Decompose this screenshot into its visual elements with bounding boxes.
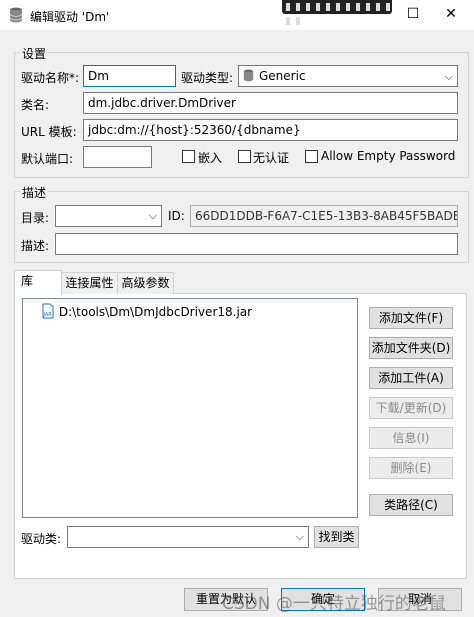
close-button[interactable]: ✕ — [440, 4, 462, 24]
add-artifact-button[interactable]: 添加工件(A) — [369, 367, 453, 389]
tab-advanced-parameters[interactable]: 高级参数 — [117, 272, 174, 294]
database-icon — [243, 69, 254, 82]
chevron-down-icon: ⌵ — [148, 209, 157, 222]
no-auth-checkbox[interactable] — [238, 150, 251, 163]
class-name-input[interactable]: dm.jdbc.driver.DmDriver — [83, 92, 458, 114]
info-button[interactable]: 信息(I) — [369, 427, 453, 449]
driver-type-select[interactable]: Generic ⌵ — [238, 65, 458, 87]
embedded-label: 嵌入 — [198, 151, 223, 165]
description-label: 描述: — [21, 239, 50, 253]
list-item[interactable]: JAR D:\tools\Dm\DmJdbcDriver18.jar — [41, 303, 252, 319]
category-select[interactable]: ⌵ — [55, 205, 162, 227]
find-class-button[interactable]: 找到类 — [314, 526, 359, 548]
chevron-down-icon: ⌵ — [444, 70, 453, 83]
window-title: 编辑驱动 'Dm' — [30, 10, 110, 24]
svg-text:JAR: JAR — [43, 312, 53, 318]
library-list[interactable]: JAR D:\tools\Dm\DmJdbcDriver18.jar — [22, 298, 358, 518]
default-port-label: 默认端口: — [21, 152, 74, 166]
driver-type-value: Generic — [259, 69, 306, 83]
url-template-input[interactable]: jdbc:dm://{host}:52360/{dbname} — [83, 119, 458, 141]
id-label: ID: — [168, 209, 185, 223]
chevron-down-icon: ⌵ — [295, 530, 304, 543]
class-name-label: 类名: — [21, 98, 50, 112]
default-port-input[interactable] — [83, 146, 152, 168]
tab-libraries[interactable]: 库 — [14, 270, 62, 294]
description-input[interactable] — [55, 233, 458, 255]
delete-button[interactable]: 删除(E) — [369, 457, 453, 479]
add-folder-button[interactable]: 添加文件夹(D) — [369, 337, 453, 359]
toolbar-strip — [282, 0, 392, 25]
download-update-button[interactable]: 下载/更新(D) — [369, 397, 453, 419]
url-template-label: URL 模板: — [21, 125, 77, 139]
library-path: D:\tools\Dm\DmJdbcDriver18.jar — [58, 305, 253, 319]
driver-type-label: 驱动类型: — [181, 71, 234, 85]
database-icon — [9, 7, 23, 23]
category-label: 目录: — [21, 211, 50, 225]
class-path-button[interactable]: 类路径(C) — [369, 494, 453, 516]
maximize-button[interactable]: ☐ — [402, 4, 424, 24]
tab-connection-properties[interactable]: 连接属性 — [61, 272, 118, 294]
title-bar: 编辑驱动 'Dm' ☐ ✕ — [0, 0, 474, 30]
driver-name-input[interactable]: Dm — [83, 65, 176, 87]
allow-empty-password-label: Allow Empty Password — [321, 149, 456, 163]
driver-class-label: 驱动类: — [21, 532, 62, 546]
settings-group-label: 设置 — [20, 45, 49, 62]
allow-empty-password-checkbox[interactable] — [305, 150, 318, 163]
driver-class-select[interactable]: ⌵ — [67, 526, 309, 548]
jar-file-icon: JAR — [42, 303, 54, 319]
add-file-button[interactable]: 添加文件(F) — [369, 307, 453, 329]
description-group-label: 描述 — [20, 184, 49, 201]
no-auth-label: 无认证 — [253, 151, 290, 165]
id-field[interactable]: 66DD1DDB-F6A7-C1E5-13B3-8AB45F5BADED — [190, 205, 458, 227]
embedded-checkbox[interactable] — [182, 150, 195, 163]
driver-name-label: 驱动名称*: — [21, 71, 80, 85]
watermark-text: CSDN @一只特立独行的老鼠 — [222, 594, 446, 614]
